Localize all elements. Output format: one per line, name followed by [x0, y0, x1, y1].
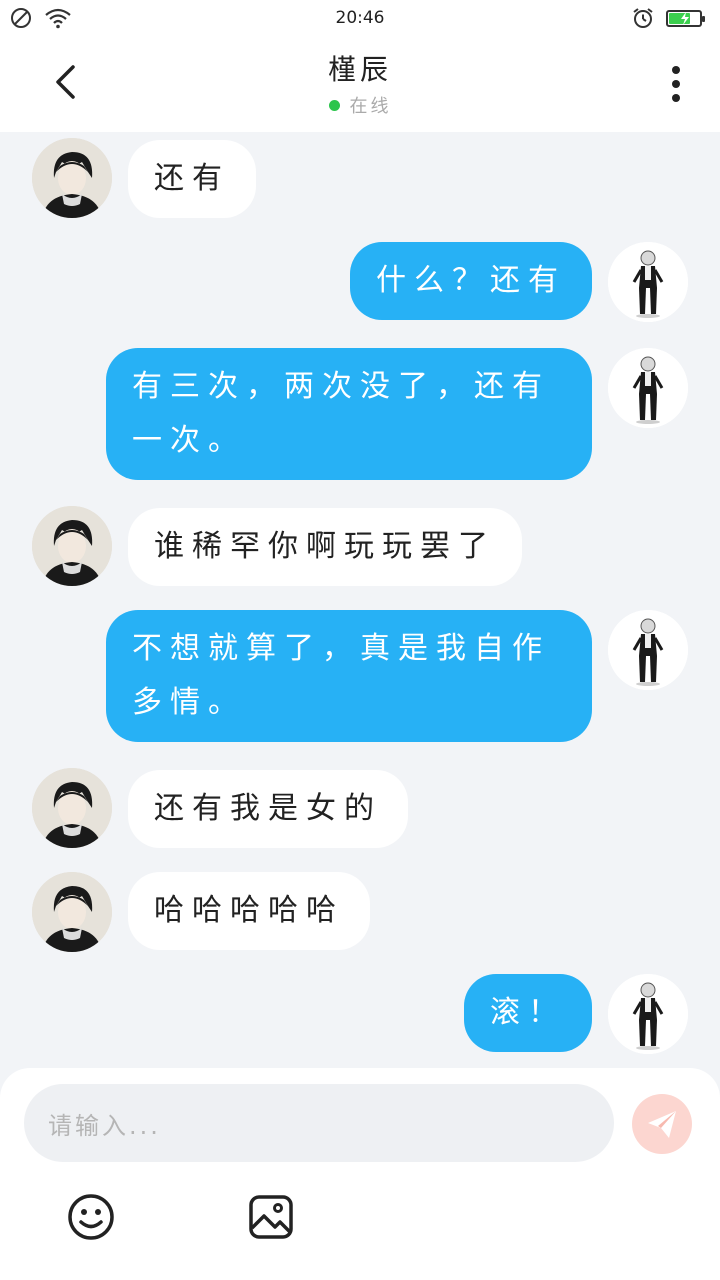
message-text: 还有 [154, 161, 230, 196]
presence-label: 在线 [349, 96, 392, 117]
incoming-message-bubble[interactable]: 还有 [128, 140, 256, 218]
contact-avatar-image [32, 872, 112, 952]
online-dot-icon [328, 99, 340, 111]
send-button[interactable] [632, 1094, 692, 1154]
message-row: 谁稀罕你啊玩玩罢了 [0, 506, 720, 586]
contact-avatar[interactable] [32, 872, 112, 952]
my-avatar-image [608, 348, 688, 428]
incoming-message-bubble[interactable]: 哈哈哈哈哈 [128, 872, 370, 950]
my-avatar[interactable] [608, 610, 688, 690]
image-icon [249, 1195, 293, 1239]
more-options-button[interactable] [656, 62, 696, 106]
presence-status: 在线 [0, 92, 720, 118]
send-paper-plane-icon [648, 1111, 676, 1138]
message-text-line: 多情。 [132, 685, 246, 720]
emoji-button[interactable] [66, 1192, 116, 1242]
contact-avatar[interactable] [32, 506, 112, 586]
status-time: 20:46 [335, 8, 385, 28]
message-composer: 请输入... [0, 1068, 720, 1280]
outgoing-message-bubble[interactable]: 滚！ [464, 974, 592, 1052]
outgoing-message-bubble[interactable]: 有三次，两次没了，还有 一次。 [106, 348, 592, 480]
message-row: 还有我是女的 [0, 768, 720, 848]
my-avatar[interactable] [608, 242, 688, 322]
more-vertical-icon [672, 66, 680, 102]
emoji-icon [68, 1194, 114, 1240]
message-text-line: 一次。 [132, 423, 246, 458]
message-text-line: 有三次，两次没了，还有 [132, 369, 550, 404]
contact-avatar[interactable] [32, 768, 112, 848]
message-input[interactable]: 请输入... [24, 1084, 614, 1162]
incoming-message-bubble[interactable]: 谁稀罕你啊玩玩罢了 [128, 508, 522, 586]
message-text: 哈哈哈哈哈 [154, 893, 344, 928]
image-button[interactable] [246, 1192, 296, 1242]
message-row: 滚！ [0, 974, 720, 1054]
message-list[interactable]: 还有 什么？还有 有三次，两次没了，还有 一次。 谁稀罕你啊玩玩罢了 不想就算了… [0, 132, 720, 1068]
message-row: 还有 [0, 138, 720, 218]
my-avatar-image [608, 610, 688, 690]
message-row: 哈哈哈哈哈 [0, 872, 720, 952]
my-avatar[interactable] [608, 974, 688, 1054]
message-row: 不想就算了，真是我自作 多情。 [0, 610, 720, 744]
outgoing-message-bubble[interactable]: 什么？还有 [350, 242, 592, 320]
my-avatar-image [608, 974, 688, 1054]
contact-avatar-image [32, 138, 112, 218]
status-bar: 20:46 [0, 0, 720, 36]
message-text-line: 不想就算了，真是我自作 [132, 631, 550, 666]
message-text: 谁稀罕你啊玩玩罢了 [154, 529, 496, 564]
message-text: 什么？还有 [376, 263, 566, 298]
incoming-message-bubble[interactable]: 还有我是女的 [128, 770, 408, 848]
charging-bolt-icon [681, 11, 689, 25]
my-avatar[interactable] [608, 348, 688, 428]
message-row: 有三次，两次没了，还有 一次。 [0, 348, 720, 482]
contact-avatar[interactable] [32, 138, 112, 218]
my-avatar-image [608, 242, 688, 322]
message-input-placeholder: 请输入... [48, 1111, 161, 1140]
contact-avatar-image [32, 506, 112, 586]
outgoing-message-bubble[interactable]: 不想就算了，真是我自作 多情。 [106, 610, 592, 742]
message-text: 滚！ [490, 995, 566, 1030]
message-text: 还有我是女的 [154, 791, 382, 826]
battery-charging-icon [666, 9, 705, 27]
contact-avatar-image [32, 768, 112, 848]
message-row: 什么？还有 [0, 242, 720, 322]
contact-name: 槿辰 [327, 53, 392, 86]
title-block: 槿辰 在线 [0, 48, 720, 118]
chat-header: 槿辰 在线 [0, 36, 720, 132]
